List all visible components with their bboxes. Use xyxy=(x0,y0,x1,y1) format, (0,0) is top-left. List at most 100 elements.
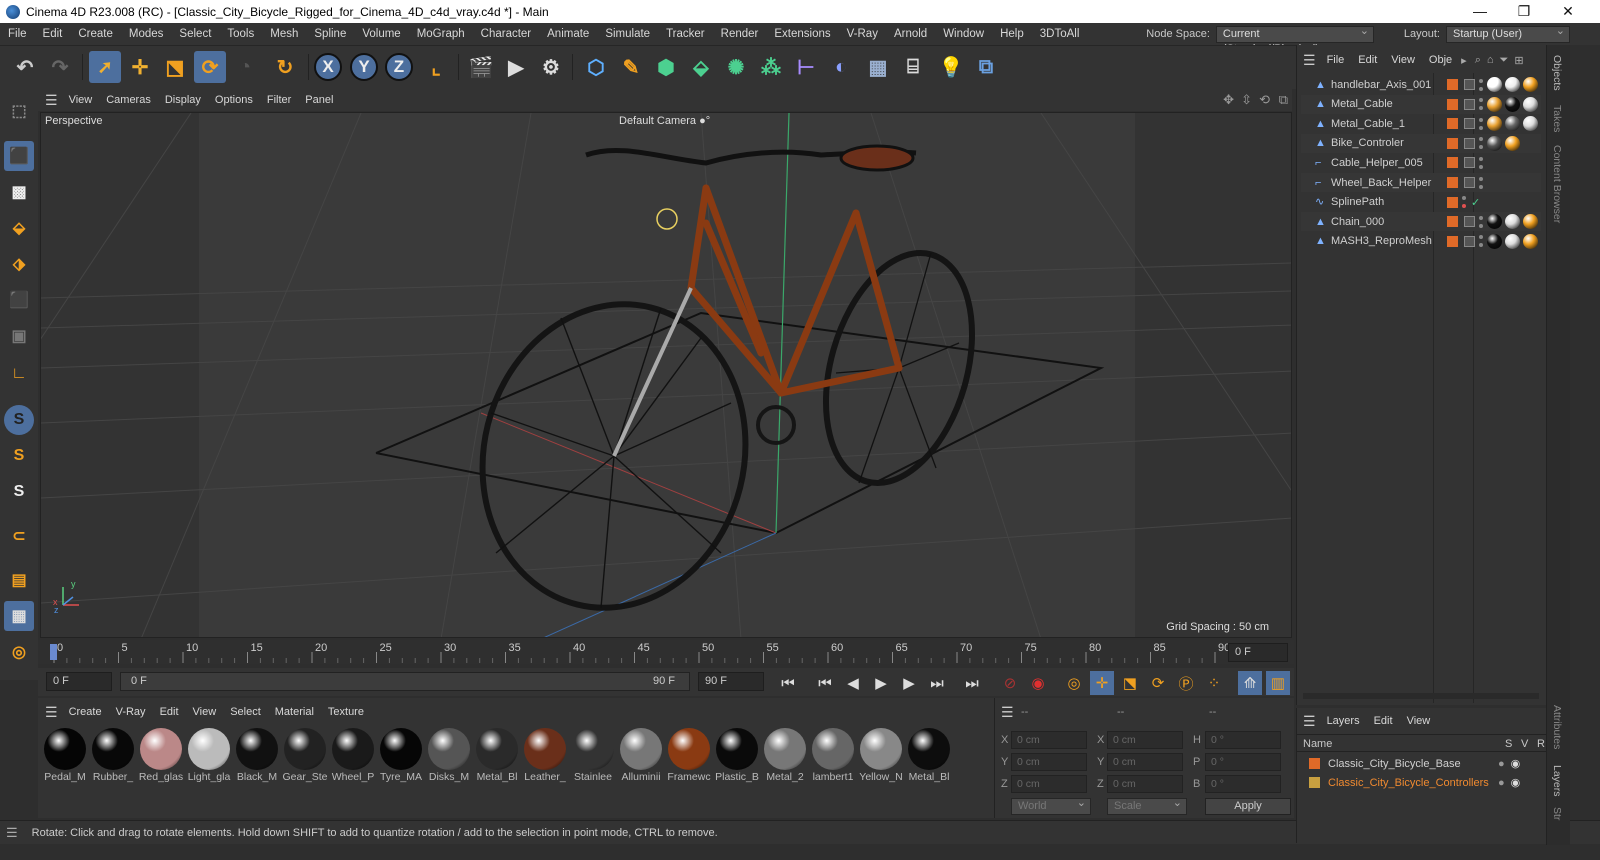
live-selection-icon[interactable]: ◔ xyxy=(229,51,261,83)
layer-color-swatch[interactable] xyxy=(1447,137,1458,149)
locked-workplane-icon[interactable]: ▦ xyxy=(4,601,34,631)
layer-row[interactable]: Classic_City_Bicycle_Controllers ● ◉ xyxy=(1309,773,1541,792)
material-tag-icon[interactable] xyxy=(1487,135,1502,151)
edit-icon[interactable] xyxy=(1464,79,1475,90)
menu-mograph[interactable]: MoGraph xyxy=(409,28,473,40)
viewport-pan-icon[interactable]: ✥ xyxy=(1223,92,1234,108)
edit-icon[interactable] xyxy=(1464,235,1475,247)
field-icon[interactable]: ◐ xyxy=(825,51,857,83)
layer-color-swatch[interactable] xyxy=(1447,177,1458,188)
subdivision-icon[interactable]: ⬢ xyxy=(650,51,682,83)
material-thumbnail[interactable]: Leather_ xyxy=(522,728,568,788)
material-menu-view[interactable]: View xyxy=(186,706,224,718)
menu-modes[interactable]: Modes xyxy=(121,28,172,40)
size-x-field[interactable]: 0 cm xyxy=(1107,731,1183,749)
viewport-menu-view[interactable]: View xyxy=(62,94,100,106)
material-tag-icon[interactable] xyxy=(1505,214,1520,230)
size-z-field[interactable]: 0 cm xyxy=(1107,775,1183,793)
material-tag-icon[interactable] xyxy=(1523,233,1538,249)
material-thumbnail[interactable]: Metal_Bl xyxy=(474,728,520,788)
layer-menu-view[interactable]: View xyxy=(1400,715,1438,727)
close-button[interactable]: ✕ xyxy=(1546,0,1590,23)
tab-objects[interactable]: Objects xyxy=(1551,55,1563,91)
y-axis-icon[interactable]: Y xyxy=(350,53,378,81)
visibility-dots-icon[interactable] xyxy=(1462,196,1467,209)
rotation-b-field[interactable]: 0 ° xyxy=(1205,775,1281,793)
object-row[interactable]: ▲ Chain_000 xyxy=(1301,212,1541,232)
material-thumbnail[interactable]: Pedal_M xyxy=(42,728,88,788)
menu-character[interactable]: Character xyxy=(473,28,540,40)
viewport-perspective[interactable]: Perspective Default Camera ●° Grid Spaci… xyxy=(40,112,1292,638)
axis-mode-icon[interactable]: ∟ xyxy=(4,359,34,389)
object-hamburger-icon[interactable]: ☰ xyxy=(1303,52,1316,69)
parameter-key-icon[interactable]: Ⓟ xyxy=(1174,671,1198,695)
material-thumbnail[interactable]: Tyre_MA xyxy=(378,728,424,788)
visibility-dots-icon[interactable] xyxy=(1479,176,1484,189)
material-tag-icon[interactable] xyxy=(1523,116,1538,132)
model-mode-icon[interactable]: ⬛ xyxy=(4,141,34,171)
floor-icon[interactable]: ▦ xyxy=(862,51,894,83)
record-active-objects-icon[interactable]: ⊘ xyxy=(998,671,1022,695)
end-frame-field[interactable]: 90 F xyxy=(698,672,764,691)
layer-color-swatch[interactable] xyxy=(1447,196,1458,208)
layer-row[interactable]: Classic_City_Bicycle_Base ● ◉ xyxy=(1309,754,1541,773)
viewport-zoom-icon[interactable]: ⇳ xyxy=(1241,92,1252,108)
layer-color-swatch[interactable] xyxy=(1447,118,1458,130)
menu-volume[interactable]: Volume xyxy=(354,28,408,40)
layer-color-swatch[interactable] xyxy=(1447,79,1458,90)
viewport-menu-options[interactable]: Options xyxy=(208,94,260,106)
hamburger-icon[interactable]: ☰ xyxy=(45,92,58,109)
menu-vray[interactable]: V-Ray xyxy=(839,28,886,40)
render-view-icon[interactable]: 🎬 xyxy=(465,51,497,83)
menu-select[interactable]: Select xyxy=(171,28,219,40)
material-menu-select[interactable]: Select xyxy=(223,706,268,718)
go-to-start-icon[interactable]: ⏮ xyxy=(776,671,800,695)
menu-window[interactable]: Window xyxy=(935,28,992,40)
material-thumbnail[interactable]: Gear_Ste xyxy=(282,728,328,788)
position-key-icon[interactable]: ✛ xyxy=(1090,671,1114,695)
coordinate-system-icon[interactable]: ⌞ xyxy=(420,51,452,83)
material-tag-icon[interactable] xyxy=(1523,77,1538,92)
object-filter-icon[interactable]: ⏷ xyxy=(1500,54,1509,67)
viewport-orbit-icon[interactable]: ⟲ xyxy=(1259,92,1270,108)
size-mode-dropdown[interactable]: Scale xyxy=(1107,796,1187,815)
viewport-menu-filter[interactable]: Filter xyxy=(260,94,298,106)
status-hamburger-icon[interactable]: ☰ xyxy=(6,825,18,841)
points-mode-icon[interactable]: ⬙ xyxy=(4,213,34,243)
material-tag-icon[interactable] xyxy=(1487,233,1502,249)
menu-help[interactable]: Help xyxy=(992,28,1032,40)
visibility-dots-icon[interactable] xyxy=(1479,117,1484,130)
material-menu-texture[interactable]: Texture xyxy=(321,706,371,718)
menu-mesh[interactable]: Mesh xyxy=(262,28,306,40)
timeline-ruler[interactable]: 0 5 10 15 20 25 30 35 40 45 50 55 60 65 70 75 80 85 90 0 F xyxy=(38,640,1294,664)
layer-solo-icon[interactable]: ● xyxy=(1498,758,1505,770)
tab-structure[interactable]: Str xyxy=(1551,807,1563,820)
material-thumbnail[interactable]: Wheel_P xyxy=(330,728,376,788)
object-row[interactable]: ▲ handlebar_Axis_001 xyxy=(1301,75,1541,94)
layer-color-swatch[interactable] xyxy=(1447,235,1458,247)
menu-spline[interactable]: Spline xyxy=(306,28,354,40)
recent-tool-icon[interactable]: ↻ xyxy=(269,51,301,83)
material-thumbnail[interactable]: lambert1 xyxy=(810,728,856,788)
layout-dropdown[interactable]: Startup (User) xyxy=(1446,24,1570,43)
camera-icon[interactable]: ⌸ xyxy=(897,51,929,83)
material-thumbnail[interactable]: Alluminii xyxy=(618,728,664,788)
menu-render[interactable]: Render xyxy=(713,28,767,40)
material-tag-icon[interactable] xyxy=(1505,116,1520,132)
visibility-dots-icon[interactable] xyxy=(1479,235,1484,248)
node-space-dropdown[interactable]: Current (Standard/Physical) xyxy=(1215,24,1374,55)
layer-hamburger-icon[interactable]: ☰ xyxy=(1303,713,1316,730)
object-menu-view[interactable]: View xyxy=(1384,54,1422,66)
menu-edit[interactable]: Edit xyxy=(35,28,71,40)
menu-simulate[interactable]: Simulate xyxy=(597,28,658,40)
pen-icon[interactable]: ✎ xyxy=(615,51,647,83)
workplane-snap-icon[interactable]: S xyxy=(4,477,34,507)
menu-arnold[interactable]: Arnold xyxy=(886,28,935,40)
material-tag-icon[interactable] xyxy=(1505,135,1520,151)
timeline-playhead[interactable] xyxy=(50,644,57,660)
point-level-animation-icon[interactable]: ⁘ xyxy=(1202,671,1226,695)
position-x-field[interactable]: 0 cm xyxy=(1011,731,1087,749)
object-row[interactable]: ▲ Bike_Controler xyxy=(1301,133,1541,153)
layer-color-swatch[interactable] xyxy=(1309,777,1320,788)
layer-color-swatch[interactable] xyxy=(1447,157,1458,169)
